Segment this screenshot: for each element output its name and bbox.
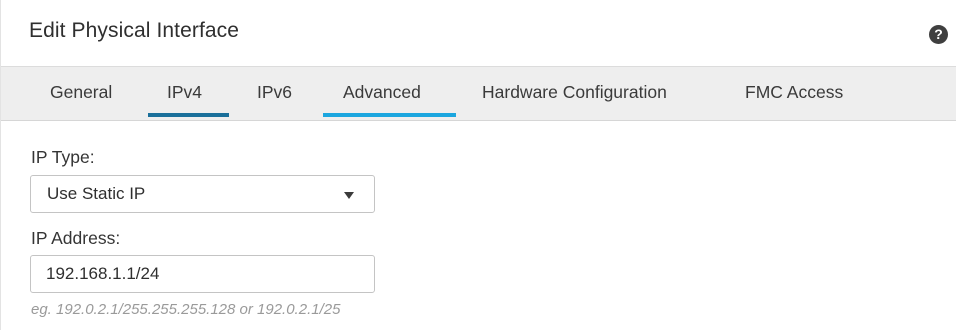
ip-address-hint: eg. 192.0.2.1/255.255.255.128 or 192.0.2… bbox=[31, 301, 341, 318]
tab-hardware-configuration[interactable]: Hardware Configuration bbox=[482, 82, 667, 103]
ip-type-select[interactable]: Use Static IP bbox=[30, 175, 375, 213]
tab-hover-indicator bbox=[323, 113, 456, 117]
tab-bar: General IPv4 IPv6 Advanced Hardware Conf… bbox=[1, 67, 956, 121]
ip-address-input[interactable] bbox=[30, 255, 375, 293]
edit-physical-interface-dialog: Edit Physical Interface ? General IPv4 I… bbox=[0, 0, 956, 330]
tab-general[interactable]: General bbox=[50, 82, 112, 103]
tab-ipv6[interactable]: IPv6 bbox=[257, 82, 292, 103]
help-icon[interactable]: ? bbox=[929, 25, 948, 44]
ip-type-label: IP Type: bbox=[31, 147, 95, 167]
tab-advanced[interactable]: Advanced bbox=[343, 82, 421, 103]
dialog-header: Edit Physical Interface ? bbox=[1, 0, 956, 67]
tab-ipv4[interactable]: IPv4 bbox=[167, 82, 202, 103]
ip-type-selected-value: Use Static IP bbox=[47, 184, 146, 203]
ip-address-label: IP Address: bbox=[31, 228, 121, 248]
dialog-title: Edit Physical Interface bbox=[29, 19, 240, 42]
chevron-down-icon bbox=[344, 192, 354, 199]
active-tab-indicator bbox=[148, 113, 229, 117]
tab-fmc-access[interactable]: FMC Access bbox=[745, 82, 843, 103]
